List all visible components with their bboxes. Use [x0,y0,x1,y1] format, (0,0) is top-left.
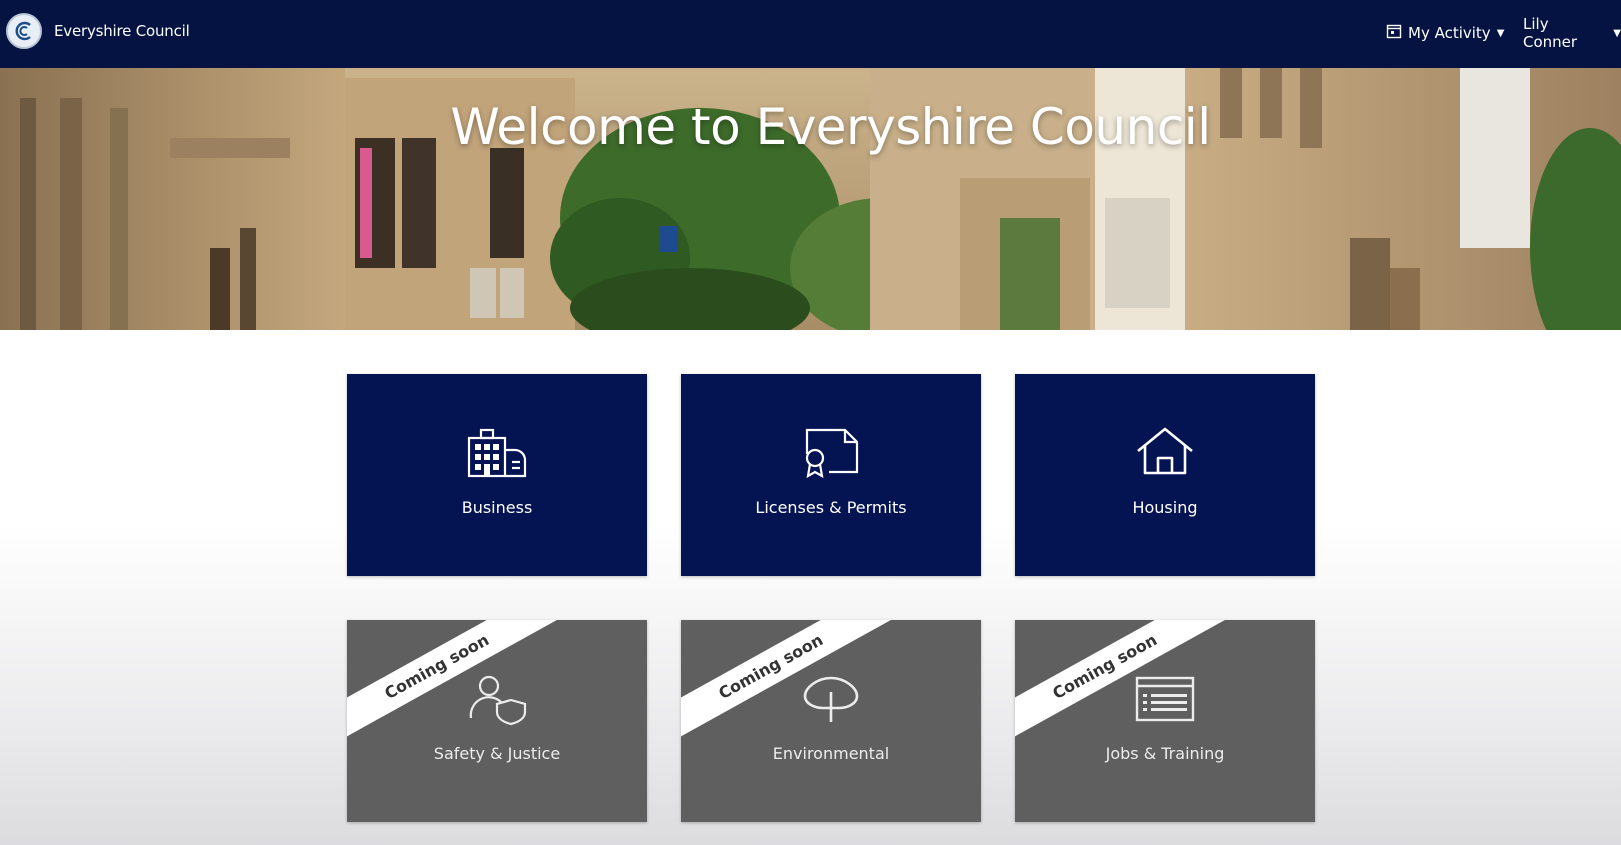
hero-banner: Welcome to Everyshire Council [0,68,1621,330]
top-nav-bar: Everyshire Council My Activity ▼ Lily Co… [0,0,1621,68]
tile-environmental[interactable]: Coming soon Environmental [681,620,981,822]
tile-jobs-training[interactable]: Coming soon Jobs & Training [1015,620,1315,822]
user-menu[interactable]: Lily Conner ▼ [1523,15,1621,51]
tile-label: Licenses & Permits [755,498,907,517]
my-activity-label: My Activity [1408,24,1491,42]
coming-soon-ribbon: Coming soon [681,620,893,745]
tile-label: Business [461,498,533,517]
tile-label: Housing [1132,498,1198,517]
chevron-down-icon: ▼ [1496,27,1505,39]
tree-icon [801,674,861,726]
building-icon [467,426,527,478]
brand-name[interactable]: Everyshire Council [54,22,190,40]
house-icon [1135,426,1195,478]
coming-soon-ribbon: Coming soon [1015,620,1227,745]
tile-licenses-permits[interactable]: Licenses & Permits [681,374,981,576]
hero-title: Welcome to Everyshire Council [450,98,1211,156]
tile-label: Jobs & Training [1105,744,1225,763]
council-logo-icon[interactable] [6,13,42,49]
certificate-icon [801,426,861,479]
tile-business[interactable]: Business [347,374,647,576]
tile-safety-justice[interactable]: Coming soon Safety & Justice [347,620,647,822]
person-shield-icon [467,674,527,726]
tile-label: Environmental [772,744,890,763]
user-name: Lily Conner [1523,15,1578,51]
tile-label: Safety & Justice [433,744,561,763]
calendar-icon [1386,23,1402,43]
tile-housing[interactable]: Housing [1015,374,1315,576]
chevron-down-icon: ▼ [1613,27,1621,39]
coming-soon-ribbon: Coming soon [347,620,559,745]
job-listing-icon [1135,674,1195,726]
my-activity-menu[interactable]: My Activity ▼ [1386,21,1504,45]
